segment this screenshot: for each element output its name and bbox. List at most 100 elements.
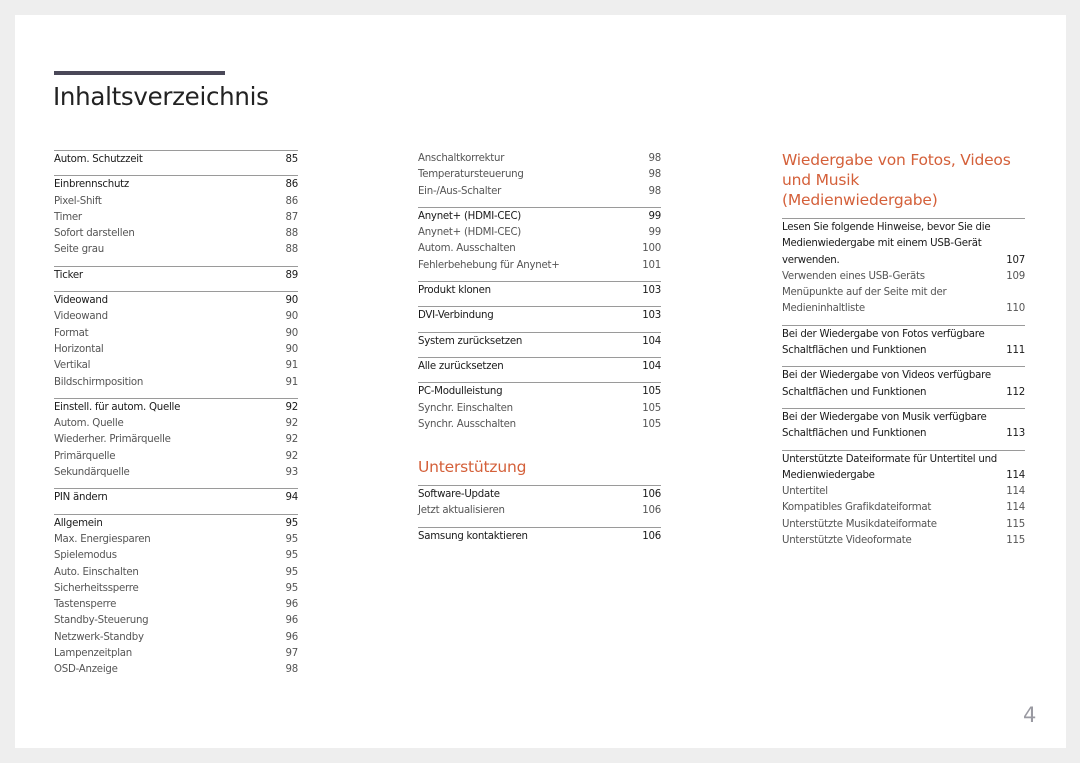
- toc-entry[interactable]: Primärquelle 92: [54, 449, 298, 465]
- toc-entry[interactable]: Lampenzeitplan 97: [54, 646, 298, 662]
- toc-entry-label: Einbrennschutz: [54, 179, 130, 191]
- toc-heading-entry[interactable]: Autom. Schutzzeit 85: [54, 152, 298, 168]
- toc-entry[interactable]: Wiederher. Primärquelle 92: [54, 432, 298, 448]
- toc-section: Software-Update 106 Jetzt aktualisieren 106: [418, 485, 661, 520]
- toc-entry[interactable]: Kompatibles Grafikdateiformat 114: [782, 500, 1025, 516]
- toc-entry[interactable]: Standby-Steuerung 96: [54, 613, 298, 629]
- toc-entry[interactable]: Format 90: [54, 326, 298, 342]
- toc-entry[interactable]: Bildschirmposition 91: [54, 375, 298, 391]
- toc-entry-page-number: 106: [642, 530, 661, 542]
- toc-entry[interactable]: Autom. Ausschalten 100: [418, 241, 661, 257]
- toc-heading-entry[interactable]: Videowand 90: [54, 293, 298, 309]
- toc-entry[interactable]: Netzwerk-Standby 96: [54, 630, 298, 646]
- toc-entry-page-number: 92: [285, 418, 299, 430]
- toc-entry-page-number: 98: [648, 169, 662, 181]
- toc-heading-entry[interactable]: Bei der Wiedergabe von Musik verfügbare …: [782, 410, 1025, 443]
- toc-section: System zurücksetzen 104: [418, 331, 661, 350]
- toc-entry[interactable]: Synchr. Ausschalten 105: [418, 417, 661, 433]
- toc-entry-label: Produkt klonen: [418, 285, 491, 297]
- toc-entry[interactable]: Seite grau 88: [54, 242, 298, 258]
- toc-entry[interactable]: Autom. Quelle 92: [54, 416, 298, 432]
- toc-entry-page-number: 86: [285, 195, 299, 207]
- toc-entry-label: Pixel-Shift: [54, 195, 102, 207]
- toc-entry[interactable]: Sofort darstellen 88: [54, 226, 298, 242]
- toc-entry-page-number: 106: [642, 505, 661, 517]
- toc-heading-entry[interactable]: System zurücksetzen 104: [418, 334, 661, 350]
- toc-entry-label: Bildschirmposition: [54, 376, 144, 388]
- toc-entry-page-number: 112: [1006, 386, 1025, 398]
- toc-entry-page-number: 110: [1006, 303, 1025, 315]
- toc-entry[interactable]: Max. Energiesparen 95: [54, 532, 298, 548]
- toc-entry-label: Spielemodus: [54, 550, 117, 562]
- toc-heading-entry[interactable]: Alle zurücksetzen 104: [418, 359, 661, 375]
- toc-heading-entry[interactable]: Produkt klonen 103: [418, 283, 661, 299]
- toc-entry-label: PC-Modulleistung: [418, 386, 503, 398]
- toc-entry-label: DVI-Verbindung: [418, 310, 494, 322]
- toc-heading-entry[interactable]: Einstell. für autom. Quelle 92: [54, 400, 298, 416]
- toc-entry[interactable]: Spielemodus 95: [54, 548, 298, 564]
- toc-heading-entry[interactable]: PIN ändern 94: [54, 490, 298, 506]
- toc-entry[interactable]: Tastensperre 96: [54, 597, 298, 613]
- toc-entry[interactable]: Sicherheitssperre 95: [54, 581, 298, 597]
- toc-heading-entry[interactable]: Anynet+ (HDMI-CEC) 99: [418, 209, 661, 225]
- toc-heading-entry[interactable]: Unterstützte Dateiformate für Untertitel…: [782, 452, 1025, 485]
- document-page: Inhaltsverzeichnis Autom. Schutzzeit 85 Ei…: [15, 15, 1066, 748]
- toc-entry[interactable]: Unterstützte Videoformate 115: [782, 533, 1025, 549]
- chapter-title-media-playback: Wiedergabe von Fotos, Videos und Musik (…: [782, 151, 1011, 209]
- toc-entry-label: Autom. Ausschalten: [418, 243, 516, 255]
- toc-entry-page-number: 92: [285, 434, 299, 446]
- toc-entry-label: Menüpunkte auf der Seite mit der Medieni…: [782, 287, 947, 315]
- toc-entry-page-number: 103: [642, 310, 661, 322]
- toc-section: Samsung kontaktieren 106: [418, 526, 661, 545]
- toc-entry-page-number: 93: [285, 467, 299, 479]
- page-number: 4: [1023, 703, 1037, 727]
- toc-entry[interactable]: OSD-Anzeige 98: [54, 662, 298, 678]
- toc-section: Alle zurücksetzen 104: [418, 356, 661, 375]
- toc-entry-label: Sekundärquelle: [54, 467, 130, 479]
- toc-entry[interactable]: Anschaltkorrektur 98: [418, 151, 661, 167]
- toc-heading-entry[interactable]: Samsung kontaktieren 106: [418, 529, 661, 545]
- toc-entry-label: Sicherheitssperre: [54, 582, 139, 594]
- toc-entry[interactable]: Sekundärquelle 93: [54, 465, 298, 481]
- toc-entry-label: Unterstützte Dateiformate für Untertitel…: [782, 453, 998, 481]
- toc-entry[interactable]: Jetzt aktualisieren 106: [418, 503, 661, 519]
- toc-entry-page-number: 92: [285, 401, 299, 413]
- toc-entry-page-number: 104: [642, 360, 661, 372]
- toc-heading-entry[interactable]: Bei der Wiedergabe von Videos verfügbare…: [782, 368, 1025, 401]
- toc-entry[interactable]: Unterstützte Musikdateiformate 115: [782, 517, 1025, 533]
- toc-heading-entry[interactable]: Lesen Sie folgende Hinweise, bevor Sie d…: [782, 220, 1025, 269]
- toc-entry-page-number: 95: [285, 550, 299, 562]
- toc-entry-page-number: 107: [1006, 254, 1025, 266]
- toc-entry[interactable]: Videowand 90: [54, 309, 298, 325]
- toc-heading-entry[interactable]: Bei der Wiedergabe von Fotos verfügbare …: [782, 327, 1025, 360]
- toc-entry-page-number: 114: [1006, 486, 1025, 498]
- toc-section: Lesen Sie folgende Hinweise, bevor Sie d…: [782, 218, 1025, 318]
- toc-heading-entry[interactable]: Software-Update 106: [418, 487, 661, 503]
- toc-entry[interactable]: Temperatursteuerung 98: [418, 167, 661, 183]
- toc-entry[interactable]: Untertitel 114: [782, 484, 1025, 500]
- toc-entry[interactable]: Fehlerbehebung für Anynet+ 101: [418, 258, 661, 274]
- toc-heading-entry[interactable]: Einbrennschutz 86: [54, 177, 298, 193]
- toc-heading-entry[interactable]: Allgemein 95: [54, 516, 298, 532]
- toc-entry[interactable]: Pixel-Shift 86: [54, 194, 298, 210]
- toc-entry[interactable]: Timer 87: [54, 210, 298, 226]
- toc-entry[interactable]: Auto. Einschalten 95: [54, 565, 298, 581]
- toc-heading-entry[interactable]: DVI-Verbindung 103: [418, 308, 661, 324]
- toc-entry[interactable]: Synchr. Einschalten 105: [418, 401, 661, 417]
- toc-entry[interactable]: Ein-/Aus-Schalter 98: [418, 184, 661, 200]
- toc-entry[interactable]: Menüpunkte auf der Seite mit der Medieni…: [782, 285, 1025, 318]
- toc-entry-page-number: 106: [642, 489, 661, 501]
- toc-heading-entry[interactable]: PC-Modulleistung 105: [418, 384, 661, 400]
- toc-entry-label: Bei der Wiedergabe von Fotos verfügbare …: [782, 328, 985, 357]
- toc-entry[interactable]: Verwenden eines USB-Geräts 109: [782, 269, 1025, 285]
- toc-entry[interactable]: Anynet+ (HDMI-CEC) 99: [418, 225, 661, 241]
- toc-column-2: Anschaltkorrektur 98 Temperatursteuerung 98…: [418, 150, 661, 552]
- toc-heading-entry[interactable]: Ticker 89: [54, 268, 298, 284]
- toc-entry-page-number: 100: [642, 243, 661, 255]
- toc-entry-label: Anschaltkorrektur: [418, 153, 505, 164]
- toc-entry-page-number: 96: [285, 615, 299, 627]
- toc-entry-page-number: 85: [285, 154, 299, 165]
- toc-entry[interactable]: Vertikal 91: [54, 358, 298, 374]
- toc-section: Einstell. für autom. Quelle 92 Autom. Quel…: [54, 397, 298, 481]
- toc-entry[interactable]: Horizontal 90: [54, 342, 298, 358]
